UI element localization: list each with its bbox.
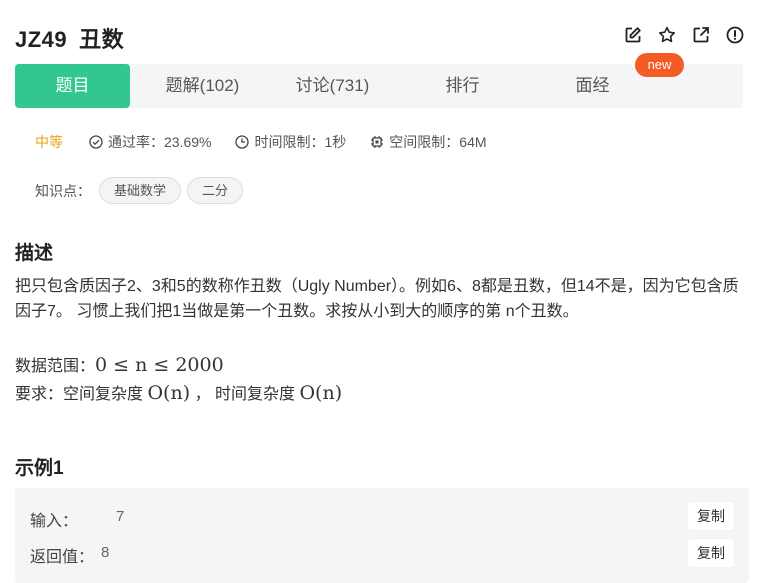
req-sep: ， 时间复杂度 <box>194 386 296 403</box>
time-limit-text: 时间限制：1秒 <box>254 134 347 150</box>
edit-icon[interactable] <box>624 26 642 44</box>
new-badge: new <box>635 53 684 77</box>
range-math: 0 ≤ n ≤ 2000 <box>95 354 224 376</box>
problem-name: 丑数 <box>79 27 125 52</box>
example-heading: 示例1 <box>15 458 64 479</box>
problem-code: JZ49 <box>15 27 68 52</box>
data-range: 数据范围：0 ≤ n ≤ 2000 <box>15 352 224 376</box>
tab-solutions[interactable]: 题解(102) <box>135 64 270 108</box>
complexity-requirement: 要求：空间复杂度 O(n) ， 时间复杂度 O(n) <box>15 380 342 404</box>
example-box: 输入： 7 复制 返回值： 8 复制 <box>15 488 749 583</box>
input-value: 7 <box>116 508 125 525</box>
star-icon[interactable] <box>658 26 676 44</box>
example-input: 输入： 7 <box>30 507 124 531</box>
tag-binary-search[interactable]: 二分 <box>187 177 244 204</box>
copy-output-button[interactable]: 复制 <box>688 539 734 567</box>
range-label: 数据范围： <box>15 358 96 375</box>
info-icon[interactable] <box>726 26 744 44</box>
input-label: 输入： <box>30 513 79 530</box>
tab-bar: 题目 题解(102) 讨论(731) 排行 面经 <box>15 64 743 108</box>
tag-basic-math[interactable]: 基础数学 <box>99 177 182 204</box>
example-output: 返回值： 8 <box>30 543 109 567</box>
difficulty-badge: 中等 <box>35 134 63 150</box>
space-limit: 空间限制：64M <box>370 132 487 152</box>
problem-meta: 中等 通过率：23.69% 时间限制：1秒 空间限制：64M <box>35 133 511 151</box>
problem-title: JZ49 丑数 <box>15 22 124 54</box>
tab-problem[interactable]: 题目 <box>15 64 130 108</box>
chip-icon <box>371 136 384 148</box>
copy-input-button[interactable]: 复制 <box>688 502 734 530</box>
output-value: 8 <box>101 544 110 561</box>
tags-label: 知识点： <box>35 182 91 199</box>
description-text: 把只包含质因子2、3和5的数称作丑数（Ugly Number）。例如6、8都是丑… <box>15 278 739 320</box>
req-time-math: O(n) <box>299 382 343 404</box>
clock-icon <box>235 135 250 149</box>
tab-discussion[interactable]: 讨论(731) <box>265 64 400 108</box>
knowledge-tags: 知识点： 基础数学 二分 <box>35 177 244 204</box>
pass-rate-text: 通过率：23.69% <box>108 134 212 150</box>
space-limit-text: 空间限制：64M <box>389 134 487 150</box>
req-space-math: O(n) <box>147 382 191 404</box>
tab-interview[interactable]: 面经 <box>535 64 650 108</box>
description-heading: 描述 <box>15 243 54 264</box>
tab-ranking[interactable]: 排行 <box>405 64 520 108</box>
output-label: 返回值： <box>30 549 95 566</box>
pass-rate: 通过率：23.69% <box>89 132 211 152</box>
external-link-icon[interactable] <box>692 26 710 44</box>
check-circle-icon <box>89 135 103 149</box>
header-actions <box>624 26 744 44</box>
time-limit: 时间限制：1秒 <box>235 132 346 152</box>
req-label: 要求：空间复杂度 <box>15 386 144 403</box>
